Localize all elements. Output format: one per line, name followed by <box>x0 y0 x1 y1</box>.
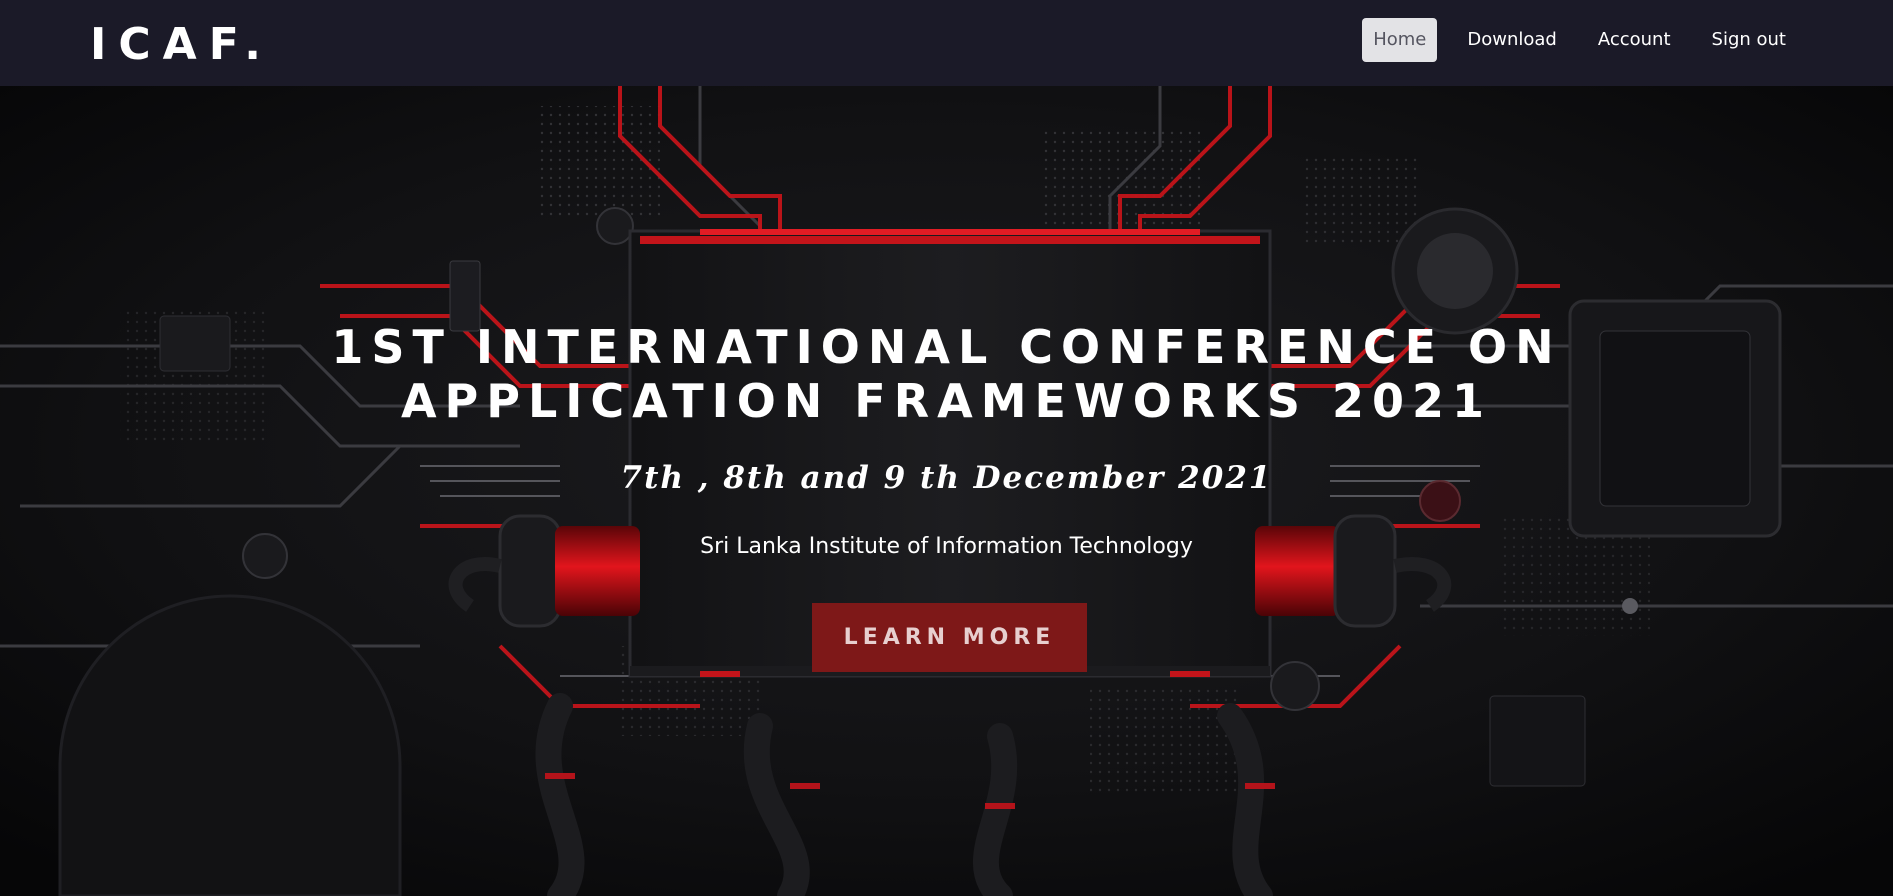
conference-dates: 7th , 8th and 9 th December 2021 <box>620 460 1273 496</box>
title-line-2: APPLICATION FRAMEWORKS 2021 <box>400 374 1493 428</box>
nav-account-link[interactable]: Account <box>1587 18 1682 62</box>
nav-menu: Home Download Account Sign out <box>1343 18 1797 62</box>
learn-more-button[interactable]: LEARN MORE <box>812 603 1087 672</box>
nav-download-link[interactable]: Download <box>1456 18 1567 62</box>
nav-signout-link[interactable]: Sign out <box>1701 18 1797 62</box>
conference-title: 1ST INTERNATIONAL CONFERENCE ON APPLICAT… <box>0 320 1893 428</box>
brand-logo[interactable]: ICAF. <box>90 18 273 72</box>
title-line-1: 1ST INTERNATIONAL CONFERENCE ON <box>331 320 1562 374</box>
hero-section: 1ST INTERNATIONAL CONFERENCE ON APPLICAT… <box>0 86 1893 896</box>
host-institute: Sri Lanka Institute of Information Techn… <box>700 534 1193 559</box>
nav-home-link[interactable]: Home <box>1362 18 1438 62</box>
top-navbar: ICAF. Home Download Account Sign out <box>0 0 1893 86</box>
